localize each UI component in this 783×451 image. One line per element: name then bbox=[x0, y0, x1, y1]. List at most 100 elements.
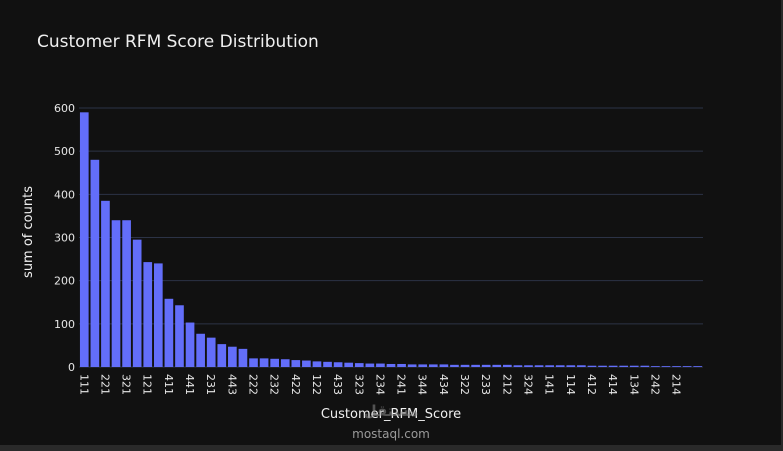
bar-13[interactable] bbox=[217, 344, 227, 367]
bar-49[interactable] bbox=[598, 365, 607, 367]
bar-52[interactable] bbox=[629, 365, 639, 367]
bar-30[interactable] bbox=[397, 363, 406, 367]
bar-21[interactable] bbox=[302, 360, 311, 367]
bar-5[interactable] bbox=[132, 239, 142, 367]
bar-36[interactable] bbox=[460, 364, 470, 367]
x-tick-label: 233 bbox=[479, 374, 492, 395]
bar-9[interactable] bbox=[175, 305, 184, 367]
bar-57[interactable] bbox=[682, 366, 692, 367]
bar-34[interactable] bbox=[439, 364, 449, 367]
bar-40[interactable] bbox=[503, 364, 512, 367]
bar-16[interactable] bbox=[249, 358, 258, 367]
bar-54[interactable] bbox=[651, 366, 660, 367]
y-axis-title: sum of counts bbox=[21, 186, 36, 278]
bar-25[interactable] bbox=[344, 362, 354, 367]
bar-43[interactable] bbox=[534, 365, 544, 367]
bar-53[interactable] bbox=[640, 365, 650, 367]
bar-47[interactable] bbox=[577, 365, 586, 367]
bar-18[interactable] bbox=[270, 358, 279, 367]
bar-29[interactable] bbox=[386, 363, 396, 367]
bar-23[interactable] bbox=[323, 361, 332, 367]
x-tick-label: 121 bbox=[141, 374, 154, 395]
y-tick-label: 600 bbox=[54, 102, 75, 115]
bars bbox=[79, 112, 703, 367]
bar-0[interactable] bbox=[79, 112, 89, 367]
x-tick-label: 122 bbox=[310, 374, 323, 395]
x-tick-label: 414 bbox=[606, 374, 619, 395]
bar-33[interactable] bbox=[428, 364, 438, 367]
bar-7[interactable] bbox=[153, 263, 163, 367]
bar-8[interactable] bbox=[164, 298, 174, 367]
x-tick-label: 324 bbox=[521, 374, 534, 395]
x-tick-label: 134 bbox=[627, 374, 640, 395]
x-tick-label: 231 bbox=[204, 374, 217, 395]
bar-32[interactable] bbox=[418, 364, 428, 367]
x-tick-label: 234 bbox=[373, 374, 386, 395]
y-tick-label: 500 bbox=[54, 145, 75, 158]
bar-14[interactable] bbox=[228, 346, 237, 367]
bar-17[interactable] bbox=[259, 358, 269, 367]
y-axis-ticks: 0 100 200 300 400 500 600 bbox=[54, 102, 75, 374]
bar-51[interactable] bbox=[619, 365, 629, 367]
bar-31[interactable] bbox=[407, 364, 417, 367]
bar-12[interactable] bbox=[206, 337, 216, 367]
bar-35[interactable] bbox=[450, 364, 459, 367]
x-axis-ticks: 111 221 321 121 411 441 231 443 222 232 422 122 433 3… bbox=[77, 374, 682, 395]
bar-27[interactable] bbox=[365, 363, 375, 367]
x-tick-label: 221 bbox=[98, 374, 111, 395]
x-tick-label: 412 bbox=[585, 374, 598, 395]
bar-15[interactable] bbox=[238, 348, 248, 367]
bar-1[interactable] bbox=[90, 159, 100, 367]
bar-22[interactable] bbox=[312, 361, 322, 367]
x-tick-label: 242 bbox=[648, 374, 661, 395]
bar-42[interactable] bbox=[524, 365, 533, 367]
bar-37[interactable] bbox=[471, 364, 480, 367]
bar-6[interactable] bbox=[143, 262, 153, 367]
y-tick-label: 0 bbox=[68, 361, 75, 374]
bar-11[interactable] bbox=[196, 333, 205, 367]
bar-39[interactable] bbox=[492, 364, 502, 367]
bar-2[interactable] bbox=[101, 200, 110, 367]
bar-10[interactable] bbox=[185, 322, 195, 367]
x-tick-label: 111 bbox=[77, 374, 90, 395]
x-tick-label: 443 bbox=[225, 374, 238, 395]
x-tick-label: 214 bbox=[670, 374, 683, 395]
x-tick-label: 434 bbox=[437, 374, 450, 395]
bar-45[interactable] bbox=[555, 365, 565, 367]
chart-title: Customer RFM Score Distribution bbox=[37, 32, 319, 52]
bar-56[interactable] bbox=[672, 366, 681, 367]
y-tick-label: 100 bbox=[54, 318, 75, 331]
bar-26[interactable] bbox=[354, 363, 364, 367]
bar-46[interactable] bbox=[566, 365, 576, 367]
x-tick-label: 241 bbox=[395, 374, 408, 395]
bar-chart: Customer RFM Score Distribution 0 100 200 3… bbox=[21, 32, 703, 441]
bar-28[interactable] bbox=[376, 363, 385, 367]
bar-44[interactable] bbox=[545, 365, 554, 367]
bar-24[interactable] bbox=[333, 362, 343, 367]
x-tick-label: 322 bbox=[458, 374, 471, 395]
bar-50[interactable] bbox=[608, 365, 618, 367]
x-tick-label: 232 bbox=[268, 374, 281, 395]
x-tick-label: 433 bbox=[331, 374, 344, 395]
x-tick-label: 222 bbox=[247, 374, 260, 395]
chart-container: Customer RFM Score Distribution 0 100 200 3… bbox=[0, 0, 783, 451]
x-tick-label: 141 bbox=[543, 374, 556, 395]
bar-41[interactable] bbox=[513, 365, 523, 367]
x-tick-label: 344 bbox=[416, 374, 429, 395]
x-tick-label: 212 bbox=[500, 374, 513, 395]
y-tick-label: 300 bbox=[54, 232, 75, 245]
bar-19[interactable] bbox=[280, 359, 290, 367]
bar-4[interactable] bbox=[122, 220, 131, 367]
bar-58[interactable] bbox=[693, 366, 703, 367]
bar-38[interactable] bbox=[481, 364, 491, 367]
watermark-logo: مستقل bbox=[364, 402, 419, 420]
bar-48[interactable] bbox=[587, 365, 597, 367]
bar-3[interactable] bbox=[111, 220, 121, 367]
x-tick-label: 441 bbox=[183, 374, 196, 395]
x-tick-label: 114 bbox=[564, 374, 577, 395]
watermark-text: mostaql.com bbox=[352, 427, 430, 441]
x-tick-label: 321 bbox=[120, 374, 133, 395]
bar-55[interactable] bbox=[661, 366, 671, 367]
bar-20[interactable] bbox=[291, 360, 301, 367]
x-tick-label: 411 bbox=[162, 374, 175, 395]
